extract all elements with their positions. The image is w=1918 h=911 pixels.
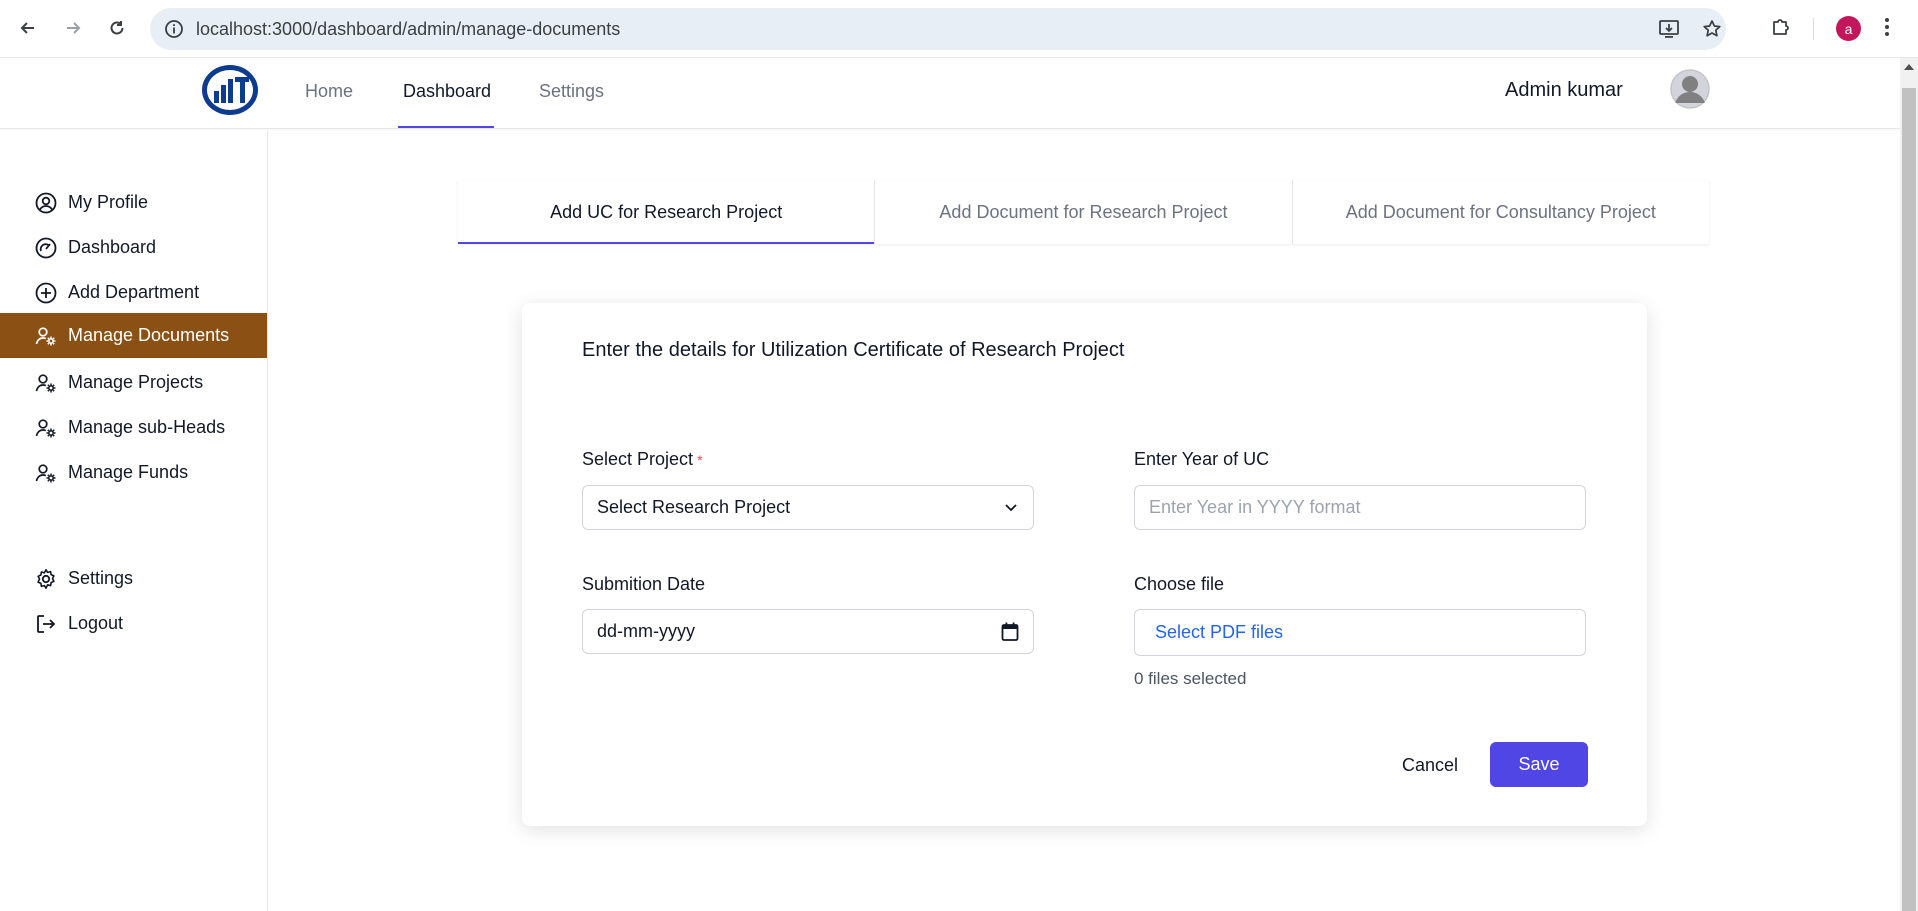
forward-button[interactable] (58, 13, 88, 43)
logout-icon (34, 612, 58, 636)
tab-add-document-consultancy[interactable]: Add Document for Consultancy Project (1293, 180, 1709, 244)
user-gear-icon (34, 461, 58, 485)
user-gear-icon (34, 371, 58, 395)
nav-settings-link[interactable]: Settings (539, 81, 604, 102)
sidebar-item-add-department[interactable]: Add Department (0, 270, 267, 315)
user-silhouette-icon (1670, 69, 1710, 109)
sidebar-item-manage-projects[interactable]: Manage Projects (0, 360, 267, 405)
arrow-left-icon (20, 22, 34, 34)
form-title: Enter the details for Utilization Certif… (582, 339, 1125, 361)
nav-active-indicator (398, 126, 494, 128)
browser-profile-avatar[interactable]: a (1836, 16, 1861, 41)
app-header: Home Dashboard Settings Admin kumar (0, 59, 1900, 129)
tab-add-uc-research[interactable]: Add UC for Research Project (458, 180, 876, 244)
select-pdf-files-button[interactable]: Select PDF files (1149, 622, 1283, 643)
app-logo[interactable] (200, 63, 260, 117)
sidebar-item-label: Settings (68, 568, 134, 588)
save-button[interactable]: Save (1490, 742, 1588, 787)
date-input-value: dd-mm-yyyy (597, 621, 695, 641)
chevron-down-icon (1003, 499, 1019, 520)
uc-form-card: Enter the details for Utilization Certif… (522, 303, 1647, 826)
files-selected-count: 0 files selected (1134, 669, 1247, 688)
file-upload-input[interactable]: Select PDF files (1134, 609, 1586, 656)
url-text: localhost:3000/dashboard/admin/manage-do… (196, 19, 621, 39)
sidebar-item-manage-documents[interactable]: Manage Documents (0, 313, 267, 358)
calendar-icon[interactable] (1001, 622, 1019, 647)
sidebar-item-dashboard[interactable]: Dashboard (0, 225, 267, 270)
site-info-icon[interactable] (164, 19, 184, 44)
select-project-label: Select Project * (582, 449, 703, 470)
scrollbar-thumb[interactable] (1902, 88, 1916, 911)
user-circle-icon (34, 191, 58, 215)
sidebar-item-manage-sub-heads[interactable]: Manage sub-Heads (0, 405, 267, 450)
sidebar-item-label: Manage sub-Heads (68, 417, 226, 437)
back-button[interactable] (13, 13, 43, 43)
sidebar-item-label: Dashboard (68, 237, 157, 257)
browser-toolbar: localhost:3000/dashboard/admin/manage-do… (0, 0, 1918, 58)
sidebar-item-label: My Profile (68, 192, 149, 212)
required-mark: * (697, 452, 703, 468)
sidebar-item-manage-funds[interactable]: Manage Funds (0, 450, 267, 495)
nav-home-link[interactable]: Home (305, 81, 353, 102)
user-gear-icon (34, 324, 58, 348)
select-project-label-text: Select Project (582, 449, 694, 469)
gauge-icon (34, 236, 58, 260)
arrow-right-icon (67, 22, 81, 34)
toolbar-divider (1813, 18, 1814, 40)
scroll-up-arrow-icon[interactable] (1904, 64, 1914, 70)
sidebar: My Profile Dashboard Add Department Mana… (0, 130, 268, 911)
sidebar-item-label: Logout (68, 613, 124, 633)
sidebar-item-logout[interactable]: Logout (0, 601, 267, 646)
reload-icon (110, 21, 124, 35)
select-project-dropdown[interactable]: Select Research Project (582, 485, 1034, 530)
cancel-button[interactable]: Cancel (1402, 755, 1458, 776)
nav-dashboard-link[interactable]: Dashboard (403, 81, 491, 102)
sidebar-item-label: Add Department (68, 282, 200, 302)
sidebar-item-settings[interactable]: Settings (0, 556, 267, 601)
user-name: Admin kumar (1505, 79, 1623, 101)
year-of-uc-label: Enter Year of UC (1134, 449, 1270, 469)
browser-menu-icon[interactable] (1884, 16, 1890, 43)
year-of-uc-input[interactable]: Enter Year in YYYY format (1134, 485, 1586, 530)
submission-date-label: Submition Date (582, 574, 706, 594)
submission-date-input[interactable]: dd-mm-yyyy (582, 609, 1034, 654)
choose-file-label: Choose file (1134, 574, 1225, 594)
extensions-puzzle-icon[interactable] (1770, 16, 1792, 43)
bookmark-star-icon[interactable] (1702, 19, 1722, 44)
tab-add-document-research[interactable]: Add Document for Research Project (875, 180, 1293, 244)
user-gear-icon (34, 416, 58, 440)
sidebar-item-my-profile[interactable]: My Profile (0, 180, 267, 225)
install-app-icon[interactable] (1658, 19, 1680, 44)
sidebar-item-label: Manage Projects (68, 372, 204, 392)
reload-button[interactable] (102, 13, 132, 43)
sidebar-item-label: Manage Documents (68, 325, 230, 345)
select-project-value: Select Research Project (597, 497, 791, 517)
address-bar[interactable]: localhost:3000/dashboard/admin/manage-do… (150, 8, 1726, 50)
sidebar-item-label: Manage Funds (68, 462, 189, 482)
document-tabs: Add UC for Research Project Add Document… (458, 180, 1709, 244)
year-input-placeholder: Enter Year in YYYY format (1149, 497, 1361, 517)
plus-circle-icon (34, 281, 58, 305)
user-avatar[interactable] (1670, 69, 1710, 109)
gear-icon (34, 567, 58, 591)
